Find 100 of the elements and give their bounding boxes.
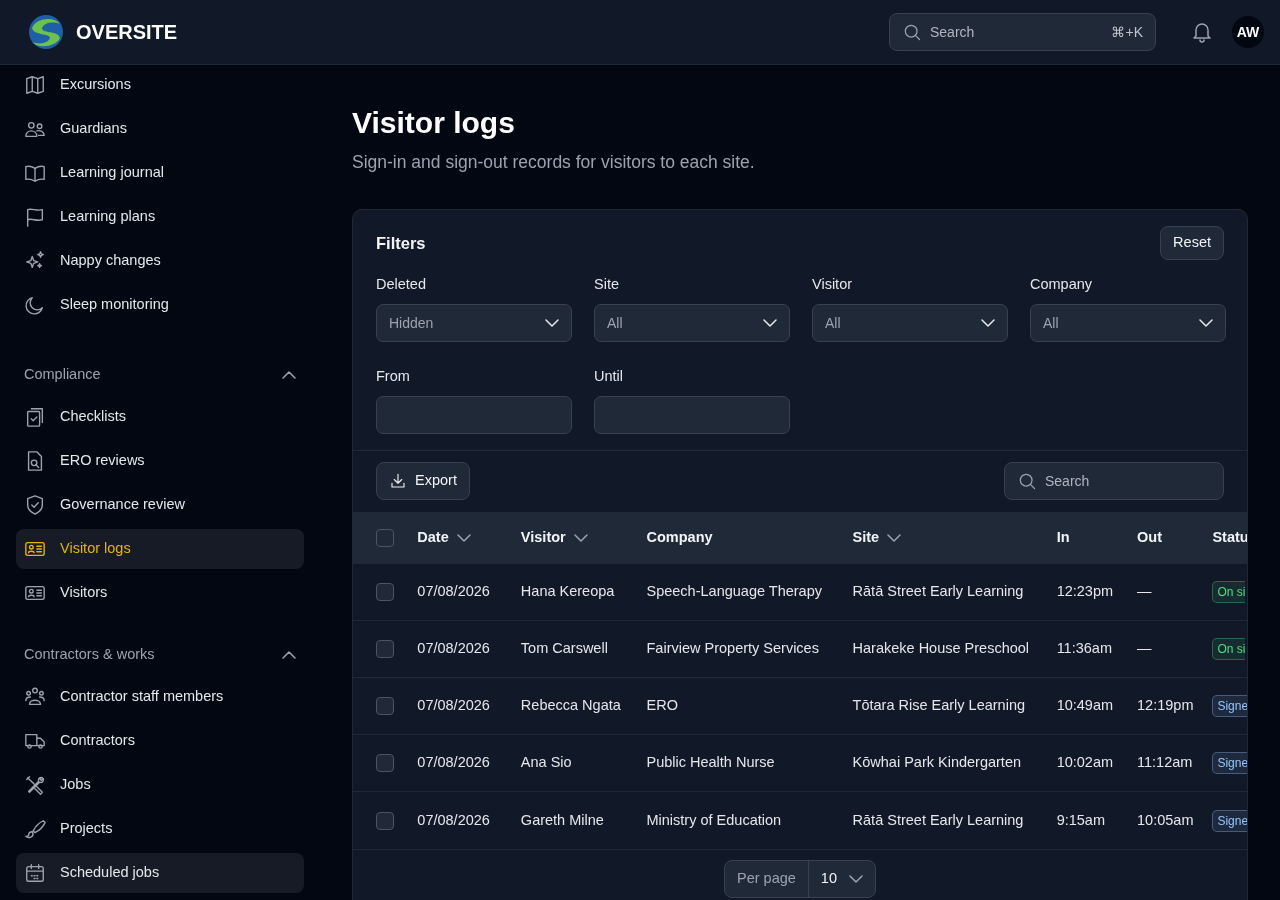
table-cell: 07/08/2026 — [417, 640, 490, 657]
map-icon — [24, 74, 46, 96]
chevron-icon — [545, 319, 559, 327]
sidebar-item[interactable]: Visitors — [16, 573, 304, 613]
table-cell: 11:36am — [1056, 640, 1112, 657]
search-bar[interactable]: Search ⌘+K — [889, 13, 1156, 51]
per-page-selector[interactable]: Per page 10 — [724, 860, 876, 899]
chevron-icon — [763, 319, 777, 327]
table-cell: 12:19pm — [1137, 697, 1194, 714]
table-cell: 07/08/2026 — [417, 697, 490, 714]
sort-icon — [887, 533, 902, 542]
export-button[interactable]: Export — [376, 462, 470, 501]
moon-icon — [24, 294, 46, 316]
tools-icon — [24, 774, 46, 796]
table-cell: Tom Carswell — [520, 640, 608, 657]
sort-icon — [456, 533, 471, 542]
table-cell: Harakeke House Preschool — [852, 640, 1030, 657]
table-cell: 9:15am — [1056, 811, 1105, 828]
sidebar-item[interactable]: Learning journal — [16, 153, 304, 193]
calendar-icon — [24, 862, 46, 884]
table-cell: 07/08/2026 — [417, 583, 490, 600]
sidebar-item[interactable]: Nappy changes — [16, 241, 304, 281]
date-field[interactable] — [376, 395, 572, 434]
chevron-icon — [1199, 319, 1213, 327]
table-cell: — — [1137, 583, 1152, 600]
column-header: Statu — [1212, 527, 1247, 547]
status-badge: Signe — [1212, 752, 1247, 775]
search-icon — [1017, 471, 1037, 492]
brand-name: OVERSITE — [76, 20, 178, 45]
status-badge: Signe — [1212, 695, 1247, 718]
filters-title: Filters — [376, 232, 426, 254]
logo-icon — [28, 14, 64, 50]
table-cell: Fairview Property Services — [646, 640, 819, 657]
checkbox[interactable] — [376, 754, 394, 773]
search-bar[interactable]: Search — [1004, 462, 1224, 501]
select-field[interactable]: Hidden — [376, 304, 572, 342]
table-cell: Ministry of Education — [646, 811, 782, 828]
select-field[interactable]: All — [812, 304, 1008, 342]
table-cell: Kōwhai Park Kindergarten — [852, 754, 1022, 771]
status-badge: Signe — [1212, 809, 1247, 832]
sidebar-item[interactable]: ERO reviews — [16, 441, 304, 481]
checkbox[interactable] — [376, 811, 394, 830]
paintbrush-icon — [24, 818, 46, 840]
chevron-icon — [282, 371, 296, 379]
select-field[interactable]: All — [594, 304, 790, 342]
page-subtitle: Sign-in and sign-out records for visitors to each site. — [352, 151, 756, 174]
page-title: Visitor logs — [352, 105, 516, 141]
checkbox[interactable] — [376, 697, 394, 716]
column-header[interactable]: Site — [852, 526, 902, 549]
checkbox[interactable] — [376, 528, 394, 547]
reset-button[interactable]: Reset — [1160, 226, 1224, 261]
column-header: Out — [1137, 527, 1162, 547]
sidebar-item[interactable]: Visitor logs — [16, 529, 304, 569]
sidebar-item[interactable]: Excursions — [16, 65, 304, 105]
sidebar-item[interactable]: Governance review — [16, 485, 304, 525]
sidebar-item[interactable]: Scheduled jobs — [16, 853, 304, 893]
table-cell: Rātā Street Early Learning — [852, 811, 1024, 828]
group-icon — [24, 686, 46, 708]
table-cell: Tōtara Rise Early Learning — [852, 697, 1026, 714]
table-cell: 12:23pm — [1056, 583, 1114, 600]
sidebar-item[interactable]: Contractors — [16, 721, 304, 761]
sidebar-item[interactable]: Sleep monitoring — [16, 285, 304, 325]
sidebar-item[interactable]: Jobs — [16, 765, 304, 805]
search-icon — [902, 22, 922, 42]
section-header[interactable]: Contractors & works — [16, 633, 304, 677]
table-cell: 11:12am — [1137, 754, 1193, 771]
section-header[interactable]: Compliance — [16, 353, 304, 397]
column-header: In — [1056, 527, 1070, 547]
sidebar-item[interactable]: Checklists — [16, 397, 304, 437]
chevron-icon — [849, 875, 863, 884]
table-cell: Ana Sio — [520, 754, 572, 771]
chevron-icon — [981, 319, 995, 327]
checkbox[interactable] — [376, 640, 394, 659]
user-avatar[interactable]: AW — [1232, 16, 1264, 48]
search-input[interactable]: Search — [1045, 463, 1211, 500]
table-cell: Speech-Language Therapy — [646, 583, 822, 600]
field-label: From — [376, 367, 411, 386]
sidebar-item[interactable]: Contractor staff members — [16, 677, 304, 717]
table-cell: ERO — [646, 697, 678, 714]
table-cell: Rebecca Ngata — [520, 697, 621, 714]
sidebar-item[interactable]: Guardians — [16, 109, 304, 149]
status-badge: On si — [1212, 638, 1246, 661]
field-label: Site — [594, 275, 620, 295]
download-icon — [389, 472, 407, 491]
table-cell: Hana Kereopa — [520, 583, 615, 600]
shield-check-icon — [24, 494, 46, 516]
field-label: Until — [594, 367, 624, 386]
select-field[interactable]: All — [1030, 304, 1226, 342]
table-cell: Gareth Milne — [520, 811, 604, 828]
search-input[interactable]: Search — [930, 14, 1104, 50]
table-cell: 07/08/2026 — [417, 754, 490, 771]
table-cell: 10:02am — [1056, 754, 1114, 771]
date-field[interactable] — [594, 395, 790, 434]
sidebar-item[interactable]: Learning plans — [16, 197, 304, 237]
table-cell: Public Health Nurse — [646, 754, 775, 771]
checkbox[interactable] — [376, 583, 394, 602]
column-header: Company — [646, 527, 713, 547]
table-cell: Rātā Street Early Learning — [852, 583, 1024, 600]
table-cell: 10:05am — [1137, 811, 1194, 828]
sidebar-item[interactable]: Projects — [16, 809, 304, 849]
